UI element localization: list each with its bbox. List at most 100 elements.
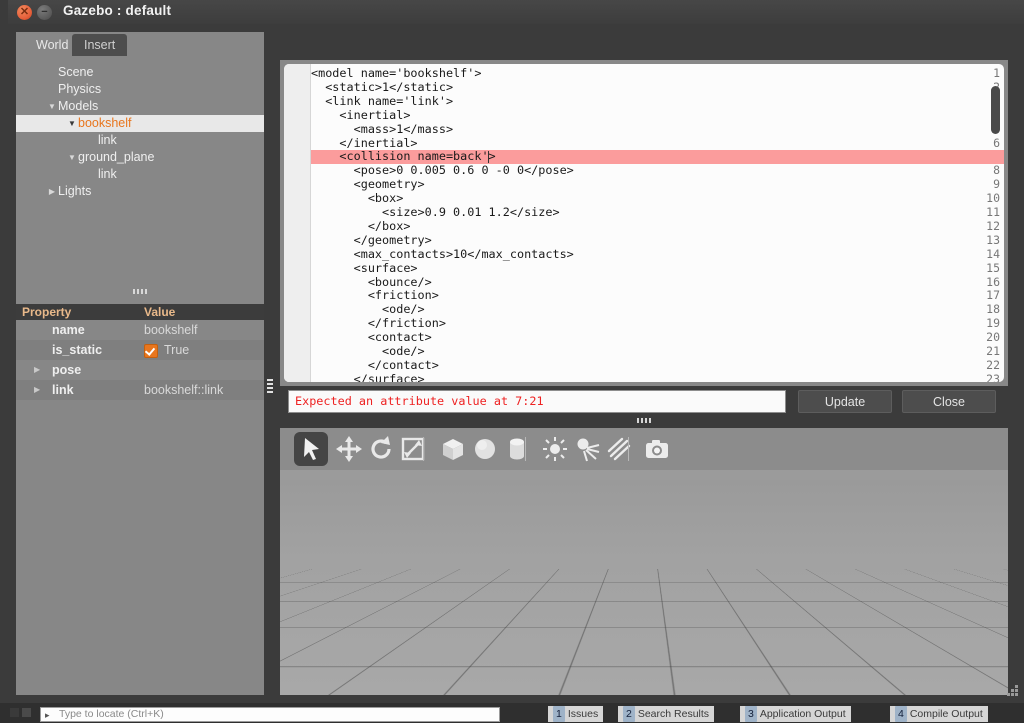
code-line[interactable]: </surface> (311, 372, 1004, 382)
chevron-right-icon[interactable]: ▶ (34, 360, 40, 380)
viewport-horizon (280, 470, 1008, 480)
pane-shortcut-number: 4 (895, 706, 907, 722)
tree-item-scene-0[interactable]: Scene (16, 64, 264, 81)
translate-tool[interactable] (332, 432, 366, 466)
point-light-tool[interactable] (538, 432, 572, 466)
code-line[interactable]: <static>1</static> (311, 80, 1004, 95)
directional-light-tool[interactable] (602, 432, 636, 466)
code-line[interactable]: <surface> (311, 261, 1004, 276)
rotate-tool[interactable] (364, 432, 398, 466)
code-line[interactable]: </box> (311, 219, 1004, 234)
code-line[interactable]: <link name='link'> (311, 94, 1004, 109)
cylinder-icon (510, 438, 524, 460)
code-line[interactable]: <model name='bookshelf'> (311, 66, 1004, 81)
screenshot-tool[interactable] (640, 432, 674, 466)
property-table-header: Property Value (16, 304, 264, 320)
editor-line-number-gutter (284, 64, 311, 382)
property-row-link[interactable]: ▶ link bookshelf::link (16, 380, 264, 400)
ide-output-pane-issues[interactable]: 1 Issues (548, 706, 604, 722)
world-tree[interactable]: Scene Physics ▼ Models ▼ bookshelf link ▼ ground… (16, 56, 264, 288)
vertical-splitter-grip-icon[interactable] (267, 379, 273, 395)
update-button[interactable]: Update (798, 390, 892, 413)
minimize-window-button[interactable]: − (37, 5, 52, 20)
select-tool[interactable] (294, 432, 328, 466)
code-line[interactable]: <mass>1</mass> (311, 122, 1004, 137)
tree-item-physics-1[interactable]: Physics (16, 81, 264, 98)
tree-item-lights-7[interactable]: ▶ Lights (16, 183, 264, 200)
code-line[interactable]: <bounce/> (311, 275, 1004, 290)
close-window-button[interactable]: ✕ (17, 5, 32, 20)
pane-shortcut-number: 3 (745, 706, 757, 722)
ide-locator-field[interactable]: ▸ Type to locate (Ctrl+K) (40, 707, 500, 722)
tree-item-models-2[interactable]: ▼ Models (16, 98, 264, 115)
code-line[interactable]: </geometry> (311, 233, 1004, 248)
ide-mode-icon-1[interactable] (10, 708, 19, 717)
cylinder-tool[interactable] (500, 432, 534, 466)
ide-output-pane-search-results[interactable]: 2 Search Results (618, 706, 715, 722)
xml-editor[interactable]: 1234567891011121314151617181920212223 <m… (284, 64, 1004, 382)
code-line[interactable]: <max_contacts>10</max_contacts> (311, 247, 1004, 262)
chevron-right-icon[interactable]: ▶ (46, 183, 58, 200)
tree-property-splitter[interactable] (16, 288, 264, 296)
chevron-down-icon[interactable]: ▼ (66, 149, 78, 166)
ide-output-pane-application-output[interactable]: 3 Application Output (740, 706, 851, 722)
render-viewport[interactable] (280, 470, 1008, 695)
ide-mode-icon-2[interactable] (22, 708, 31, 717)
code-line[interactable]: </friction> (311, 316, 1004, 331)
chevron-right-icon[interactable]: ▶ (34, 380, 40, 400)
code-line[interactable]: <pose>0 0.005 0.6 0 -0 0</pose> (311, 163, 1004, 178)
editor-status-row: Expected an attribute value at 7:21 Upda… (280, 390, 1008, 414)
tree-item-ground_plane-5[interactable]: ▼ ground_plane (16, 149, 264, 166)
property-row-pose[interactable]: ▶ pose (16, 360, 264, 380)
editor-viewport-splitter-grip-icon[interactable] (637, 418, 651, 423)
chevron-down-icon[interactable]: ▼ (66, 115, 78, 132)
property-key: link (52, 383, 74, 397)
point-light-icon (543, 437, 567, 461)
is-static-checkbox[interactable] (144, 344, 158, 358)
ide-output-pane-compile-output[interactable]: 4 Compile Output (890, 706, 988, 722)
close-button[interactable]: Close (902, 390, 996, 413)
toolbar-separator-1 (525, 437, 526, 461)
code-line-error[interactable]: <collision name=back'> (311, 149, 1004, 165)
window-titlebar[interactable]: ✕ − Gazebo : default (8, 0, 1024, 24)
pane-label: Application Output (759, 708, 846, 720)
code-line[interactable]: <friction> (311, 288, 1004, 303)
property-key: pose (52, 363, 82, 377)
panel-tab-insert[interactable]: Insert (72, 34, 128, 56)
value-column-header: Value (144, 305, 176, 319)
box-tool[interactable] (436, 432, 470, 466)
code-line[interactable]: <contact> (311, 330, 1004, 345)
viewport-toolbar (280, 428, 1008, 471)
spot-light-tool[interactable] (570, 432, 604, 466)
sphere-icon (475, 439, 495, 459)
code-line[interactable]: <ode/> (311, 344, 1004, 359)
tree-item-label: Models (58, 99, 99, 113)
screen: ✕ − Gazebo : default World Insert Scene Ph… (0, 0, 1024, 723)
editor-scrollbar[interactable] (991, 68, 1000, 378)
code-line[interactable]: <size>0.9 0.01 1.2</size> (311, 205, 1004, 220)
property-row-is_static[interactable]: is_static True (16, 340, 264, 360)
select-icon (304, 438, 319, 460)
scale-tool[interactable] (396, 432, 430, 466)
minimize-icon: − (41, 6, 48, 18)
locator-arrow-icon: ▸ (45, 710, 50, 720)
code-line[interactable]: <ode/> (311, 302, 1004, 317)
tree-item-link-6[interactable]: link (16, 166, 264, 183)
code-line[interactable]: </contact> (311, 358, 1004, 373)
tree-item-link-4[interactable]: link (16, 132, 264, 149)
error-message-text: Expected an attribute value at 7:21 (295, 394, 544, 408)
code-line[interactable]: </inertial> (311, 136, 1004, 151)
code-line[interactable]: <box> (311, 191, 1004, 206)
sphere-tool[interactable] (468, 432, 502, 466)
code-line[interactable]: <geometry> (311, 177, 1004, 192)
code-line[interactable]: <inertial> (311, 108, 1004, 123)
chevron-down-icon[interactable]: ▼ (46, 98, 58, 115)
window-resize-grip-icon[interactable] (1006, 685, 1018, 697)
close-icon: ✕ (19, 6, 30, 18)
text-caret (488, 151, 489, 164)
editor-scrollbar-thumb[interactable] (991, 86, 1000, 134)
tree-item-bookshelf-3[interactable]: ▼ bookshelf (16, 115, 264, 132)
editor-code-area[interactable]: <model name='bookshelf'> <static>1</stat… (311, 64, 1004, 382)
property-row-name[interactable]: name bookshelf (16, 320, 264, 340)
screenshot-icon (646, 440, 668, 458)
